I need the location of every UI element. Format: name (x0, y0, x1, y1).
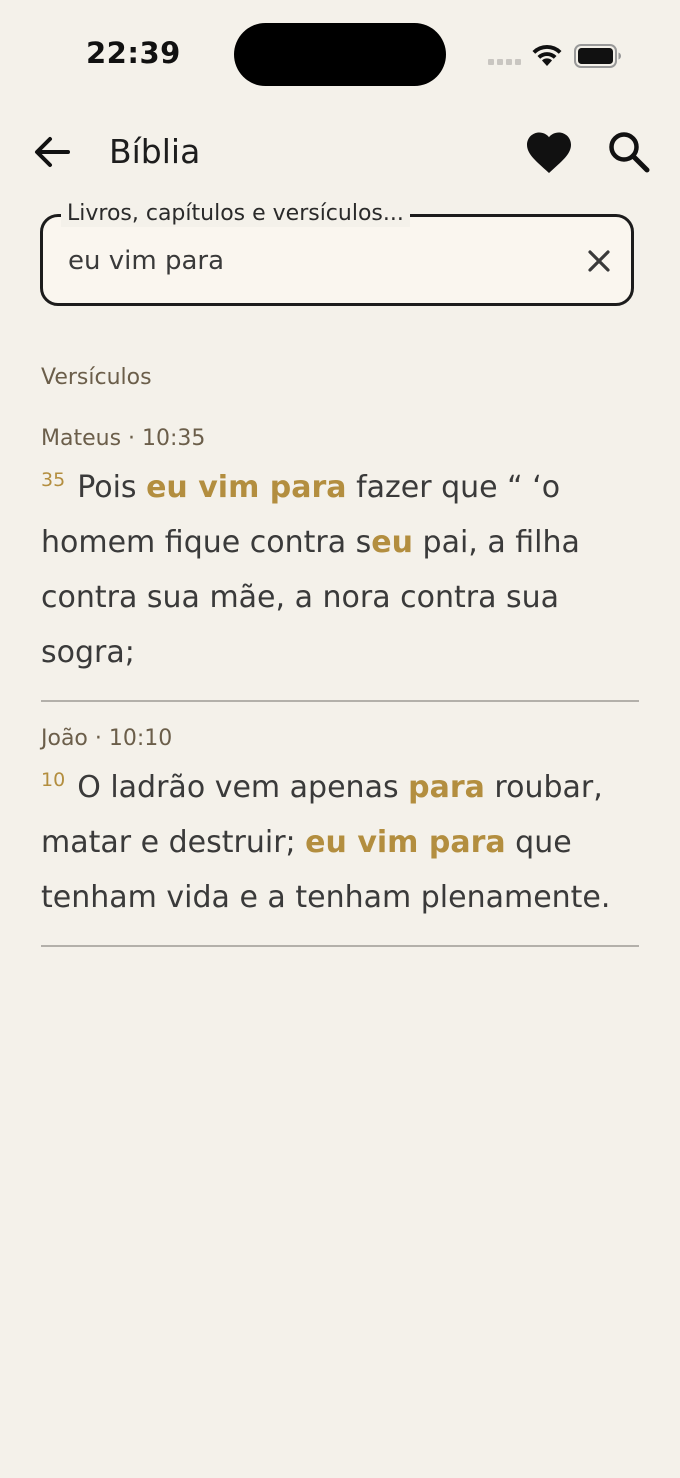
verse-result[interactable]: Mateus · 10:35 35 Pois eu vim para fazer … (41, 424, 639, 702)
verse-text: 10 O ladrão vem apenas para roubar, matar… (41, 760, 639, 925)
verse-segment: Pois (77, 470, 147, 505)
search-input[interactable] (68, 239, 568, 283)
arrow-left-icon[interactable] (28, 128, 76, 176)
verse-highlight: eu (371, 525, 413, 560)
verse-reference: João · 10:10 (41, 726, 173, 751)
search-icon[interactable] (603, 126, 655, 178)
page-title: Bíblia (109, 132, 201, 171)
search-field[interactable]: Livros, capítulos e versículos... (40, 201, 634, 306)
status-bar: 22:39 (0, 0, 680, 110)
battery-icon (574, 44, 621, 68)
status-time: 22:39 (86, 36, 181, 70)
verse-segment: O ladrão vem apenas (77, 770, 409, 805)
dynamic-island (234, 23, 446, 86)
section-heading-verses: Versículos (41, 365, 152, 390)
verse-number: 10 (41, 769, 66, 791)
verse-result[interactable]: João · 10:10 10 O ladrão vem apenas para … (41, 724, 639, 947)
app-bar: Bíblia (0, 110, 680, 196)
verse-number: 35 (41, 469, 66, 491)
results-list: Mateus · 10:35 35 Pois eu vim para fazer … (41, 424, 639, 969)
close-icon[interactable] (581, 243, 617, 279)
verse-highlight: eu vim para (305, 825, 506, 860)
verse-reference: Mateus · 10:35 (41, 426, 206, 451)
heart-icon[interactable] (522, 126, 576, 180)
cellular-signal-icon (488, 59, 521, 65)
wifi-icon (532, 44, 562, 66)
verse-highlight: para (408, 770, 485, 805)
verse-highlight: eu vim para (146, 470, 347, 505)
verse-text: 35 Pois eu vim para fazer que “ ‘o homem … (41, 460, 639, 680)
search-label: Livros, capítulos e versículos... (61, 201, 410, 227)
